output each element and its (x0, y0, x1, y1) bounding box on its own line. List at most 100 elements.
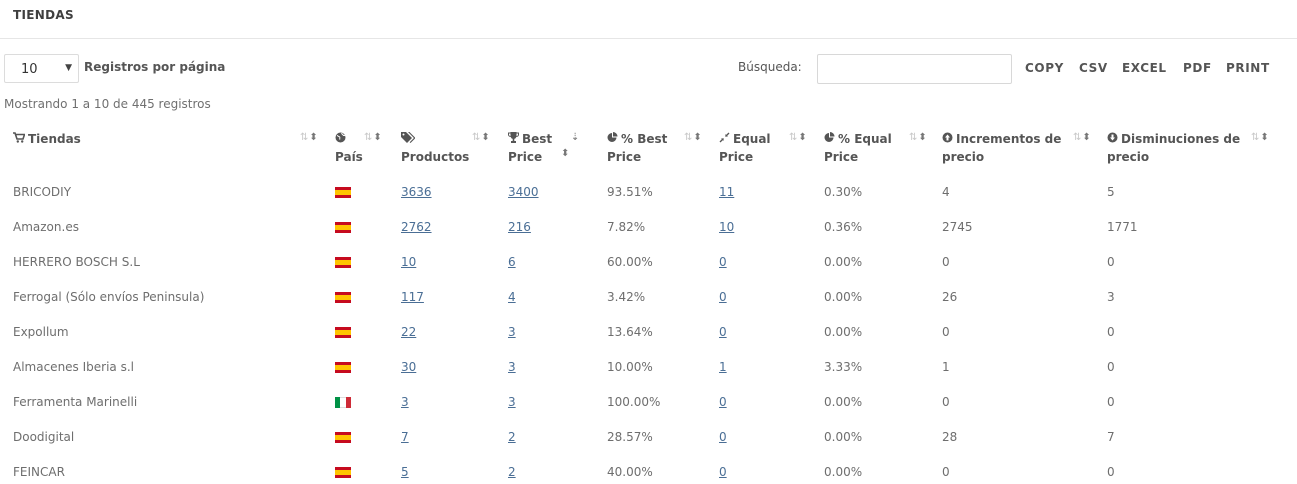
cell-productos[interactable]: 5 (401, 465, 409, 479)
cell-productos[interactable]: 22 (401, 325, 416, 339)
cell-productos-link[interactable]: 10 (401, 255, 416, 269)
cell-equal-price-link[interactable]: 10 (719, 220, 734, 234)
cell-equal-price[interactable]: 0 (719, 325, 727, 339)
cell-equal-price[interactable]: 10 (719, 220, 734, 234)
cell-equal-price[interactable]: 0 (719, 395, 727, 409)
cell-disminuciones: 0 (1107, 255, 1115, 269)
cell-tienda: BRICODIY (13, 185, 72, 199)
cell-disminuciones: 1771 (1107, 220, 1138, 234)
cell-equal-price[interactable]: 11 (719, 185, 734, 199)
sort-desc-icon[interactable]: ⇣ (571, 132, 580, 143)
cell-equal-price[interactable]: 0 (719, 465, 727, 479)
column-header-pct-equal-price[interactable]: % Equal Price (824, 130, 892, 166)
cell-pais (335, 430, 351, 443)
sort-icon[interactable]: ⇅⬍ (909, 132, 928, 143)
cell-productos-link[interactable]: 2762 (401, 220, 432, 234)
sort-icon[interactable]: ⬍ (561, 148, 570, 159)
copy-button[interactable]: COPY (1025, 61, 1064, 75)
cell-best-price[interactable]: 3 (508, 360, 516, 374)
cell-productos[interactable]: 2762 (401, 220, 432, 234)
print-button[interactable]: PRINT (1226, 61, 1270, 75)
cell-pct-best-price: 60.00% (607, 255, 653, 269)
cell-equal-price-link[interactable]: 0 (719, 325, 727, 339)
column-header-equal-price[interactable]: Equal Price (719, 130, 771, 166)
cell-best-price[interactable]: 216 (508, 220, 531, 234)
table-row: Ferramenta Marinelli 3 3 100.00% 0 0.00% 0 0 (0, 395, 1297, 430)
cell-best-price[interactable]: 6 (508, 255, 516, 269)
column-header-disminuciones[interactable]: Disminuciones de precio (1107, 130, 1240, 166)
search-label: Búsqueda: (738, 60, 802, 74)
sort-icon[interactable]: ⇅⬍ (1073, 132, 1092, 143)
cell-productos-link[interactable]: 5 (401, 465, 409, 479)
cell-best-price[interactable]: 2 (508, 430, 516, 444)
cell-best-price-link[interactable]: 3 (508, 360, 516, 374)
pdf-button[interactable]: PDF (1183, 61, 1212, 75)
cell-productos-link[interactable]: 117 (401, 290, 424, 304)
cell-equal-price-link[interactable]: 0 (719, 430, 727, 444)
table-row: HERRERO BOSCH S.L 10 6 60.00% 0 0.00% 0 0 (0, 255, 1297, 290)
cell-productos-link[interactable]: 22 (401, 325, 416, 339)
column-label: % Equal (838, 132, 892, 146)
cell-best-price-link[interactable]: 3400 (508, 185, 539, 199)
column-header-incrementos[interactable]: Incrementos de precio (942, 130, 1061, 166)
cell-equal-price-link[interactable]: 1 (719, 360, 727, 374)
cell-productos-link[interactable]: 3636 (401, 185, 432, 199)
cell-best-price[interactable]: 3 (508, 395, 516, 409)
pie-chart-icon (607, 130, 618, 148)
cell-pct-equal-price: 0.00% (824, 325, 863, 339)
cell-best-price-link[interactable]: 2 (508, 465, 516, 479)
cell-best-price-link[interactable]: 3 (508, 325, 516, 339)
cell-best-price[interactable]: 2 (508, 465, 516, 479)
cell-disminuciones: 0 (1107, 360, 1115, 374)
column-header-best-price[interactable]: Best Price (508, 130, 552, 166)
column-label: Incrementos de (956, 132, 1062, 146)
sort-icon[interactable]: ⇅⬍ (1251, 132, 1270, 143)
column-header-productos[interactable]: Productos (401, 130, 469, 166)
sort-icon[interactable]: ⇅⬍ (684, 132, 703, 143)
cell-productos[interactable]: 10 (401, 255, 416, 269)
cell-best-price-link[interactable]: 6 (508, 255, 516, 269)
sort-icon[interactable]: ⇅⬍ (364, 132, 383, 143)
column-header-pct-best-price[interactable]: % Best Price (607, 130, 667, 166)
cell-productos[interactable]: 3636 (401, 185, 432, 199)
cell-equal-price[interactable]: 1 (719, 360, 727, 374)
cell-equal-price[interactable]: 0 (719, 430, 727, 444)
cell-productos-link[interactable]: 7 (401, 430, 409, 444)
cell-equal-price[interactable]: 0 (719, 255, 727, 269)
cell-productos-link[interactable]: 3 (401, 395, 409, 409)
cell-productos[interactable]: 3 (401, 395, 409, 409)
cell-pais (335, 395, 351, 408)
excel-button[interactable]: EXCEL (1122, 61, 1167, 75)
column-header-pais[interactable]: País (335, 130, 363, 166)
cell-best-price-link[interactable]: 3 (508, 395, 516, 409)
cell-incrementos: 0 (942, 325, 950, 339)
cell-tienda: Ferrogal (Sólo envíos Peninsula) (13, 290, 205, 304)
cell-productos[interactable]: 117 (401, 290, 424, 304)
cell-equal-price-link[interactable]: 0 (719, 395, 727, 409)
trophy-icon (508, 130, 519, 148)
column-header-tiendas[interactable]: Tiendas (13, 130, 81, 148)
cell-best-price[interactable]: 3 (508, 325, 516, 339)
cell-productos[interactable]: 30 (401, 360, 416, 374)
cell-disminuciones: 7 (1107, 430, 1115, 444)
page-length-select[interactable]: 10 ▼ (4, 54, 79, 83)
sort-icon[interactable]: ⇅⬍ (789, 132, 808, 143)
cell-equal-price-link[interactable]: 0 (719, 290, 727, 304)
csv-button[interactable]: CSV (1079, 61, 1108, 75)
cell-equal-price-link[interactable]: 0 (719, 465, 727, 479)
cell-tienda: Ferramenta Marinelli (13, 395, 138, 409)
search-input[interactable] (817, 54, 1012, 84)
cell-best-price-link[interactable]: 216 (508, 220, 531, 234)
cell-equal-price-link[interactable]: 11 (719, 185, 734, 199)
cell-best-price-link[interactable]: 2 (508, 430, 516, 444)
cell-productos[interactable]: 7 (401, 430, 409, 444)
sort-icon[interactable]: ⇅⬍ (472, 132, 491, 143)
cell-best-price[interactable]: 3400 (508, 185, 539, 199)
cell-best-price[interactable]: 4 (508, 290, 516, 304)
sort-icon[interactable]: ⇅⬍ (300, 132, 319, 143)
cell-best-price-link[interactable]: 4 (508, 290, 516, 304)
cell-equal-price[interactable]: 0 (719, 290, 727, 304)
cell-equal-price-link[interactable]: 0 (719, 255, 727, 269)
cell-productos-link[interactable]: 30 (401, 360, 416, 374)
arrow-circle-down-icon (1107, 130, 1118, 148)
